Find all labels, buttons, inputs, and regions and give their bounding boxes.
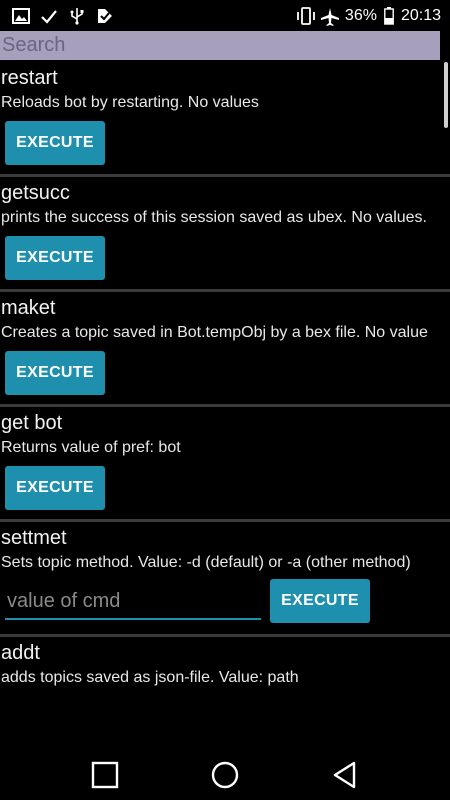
system-status: 36% 20:13	[295, 6, 441, 26]
search-input[interactable]	[0, 31, 440, 60]
command-name: restart	[1, 67, 58, 89]
check-icon	[40, 7, 58, 25]
command-name: get bot	[1, 412, 63, 434]
execute-button[interactable]: EXECUTE	[5, 466, 105, 510]
back-icon[interactable]	[330, 760, 360, 790]
list-item: settmet Sets topic method. Value: -d (de…	[0, 522, 450, 637]
notification-icons	[12, 6, 114, 26]
battery-icon	[384, 7, 394, 25]
list-item: getsucc prints the success of this sessi…	[0, 177, 450, 292]
command-description: Returns value of pref: bot	[1, 439, 181, 456]
list-item: addt adds topics saved as json-file. Val…	[0, 637, 450, 688]
download-done-icon	[96, 7, 114, 25]
home-icon[interactable]	[210, 760, 240, 790]
list-item: maket Creates a topic saved in Bot.tempO…	[0, 292, 450, 407]
vibrate-icon	[295, 7, 315, 25]
command-name: settmet	[1, 527, 67, 549]
command-name: getsucc	[1, 182, 70, 204]
list-item: get bot Returns value of pref: bot EXECU…	[0, 407, 450, 522]
execute-button[interactable]: EXECUTE	[5, 236, 105, 280]
status-bar: 36% 20:13	[0, 0, 450, 31]
command-name: addt	[1, 642, 40, 664]
recents-icon[interactable]	[90, 760, 120, 790]
usb-icon	[68, 7, 86, 25]
command-value-input[interactable]	[5, 584, 261, 620]
command-description: prints the success of this session saved…	[1, 209, 427, 226]
execute-button[interactable]: EXECUTE	[5, 121, 105, 165]
execute-button[interactable]: EXECUTE	[5, 351, 105, 395]
command-description: Reloads bot by restarting. No values	[1, 94, 259, 111]
image-icon	[12, 7, 30, 25]
command-list: restart Reloads bot by restarting. No va…	[0, 62, 450, 688]
battery-percent: 36%	[344, 7, 377, 24]
command-description: adds topics saved as json-file. Value: p…	[1, 669, 299, 686]
navigation-bar	[0, 748, 450, 800]
list-item: restart Reloads bot by restarting. No va…	[0, 62, 450, 177]
command-name: maket	[1, 297, 56, 319]
command-description: Sets topic method. Value: -d (default) o…	[1, 554, 411, 571]
airplane-icon	[320, 7, 339, 26]
clock: 20:13	[400, 7, 441, 24]
command-description: Creates a topic saved in Bot.tempObj by …	[1, 324, 428, 341]
execute-button[interactable]: EXECUTE	[270, 579, 370, 623]
